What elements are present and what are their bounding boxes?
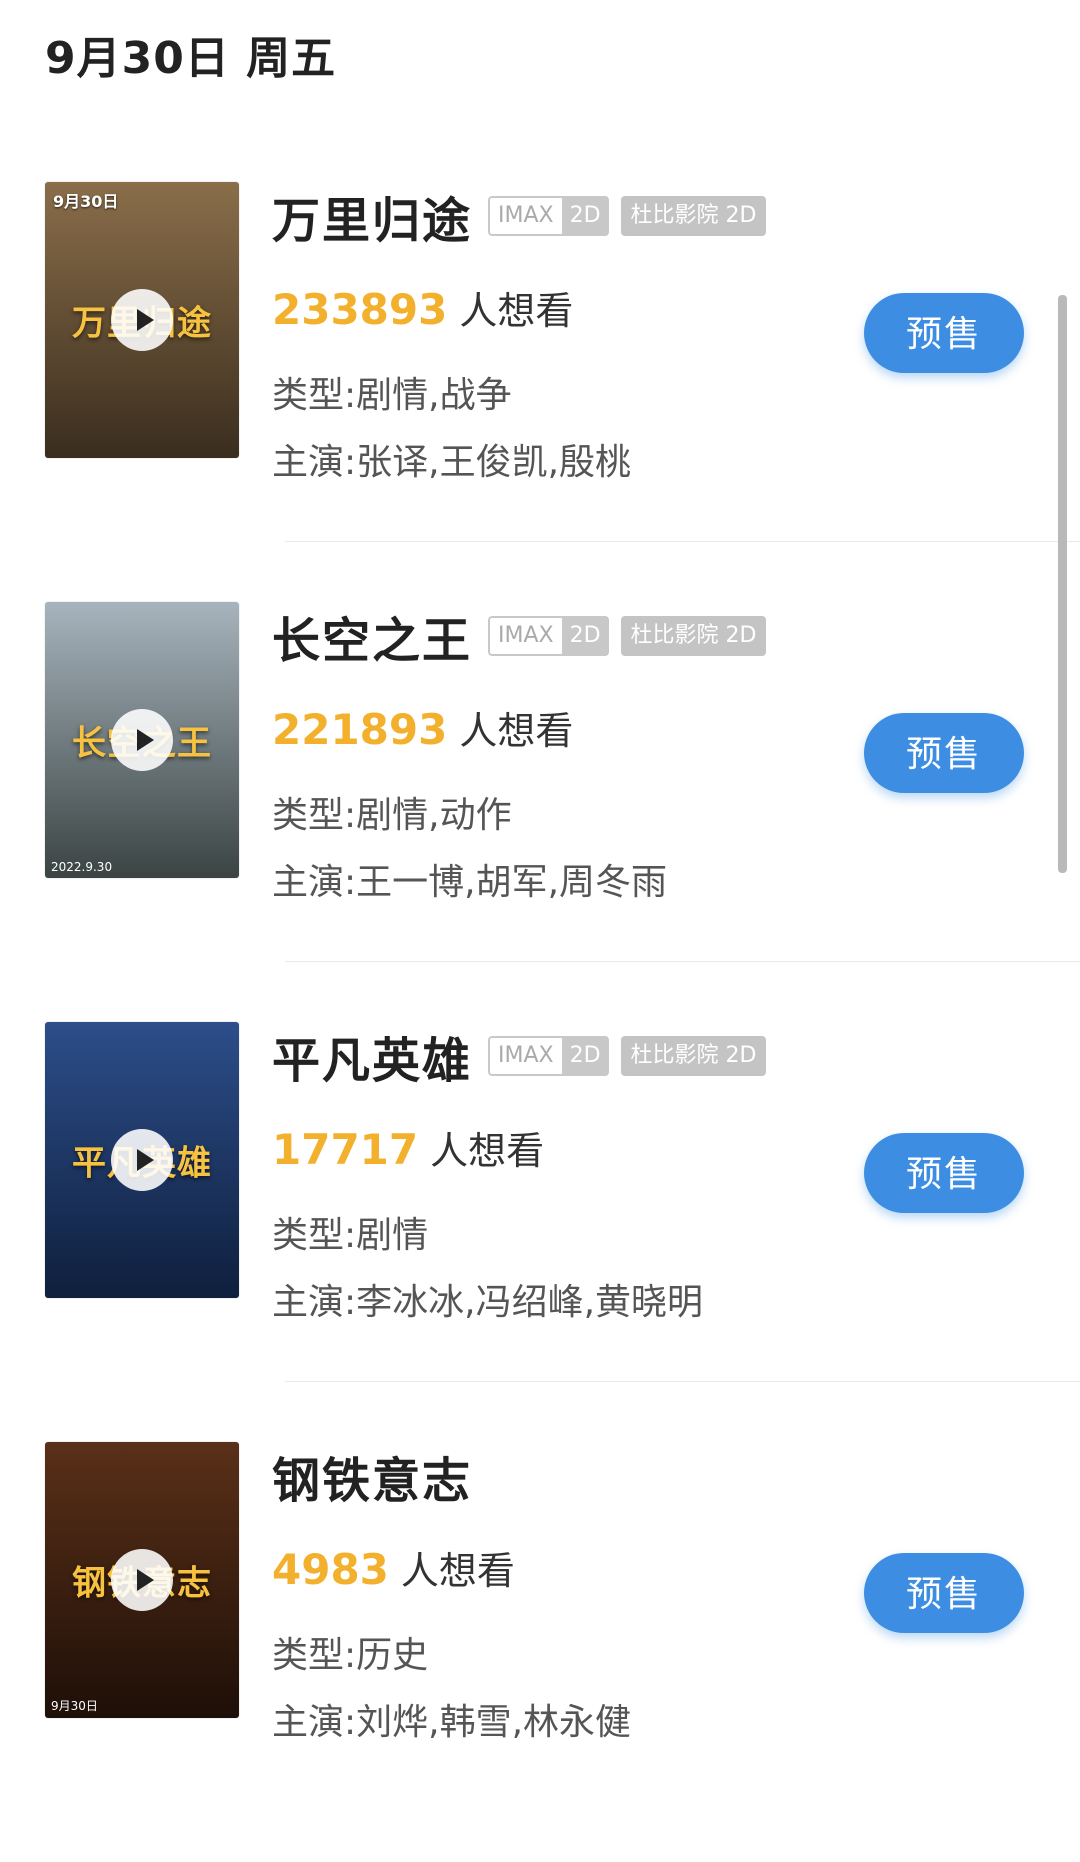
movie-title[interactable]: 长空之王	[272, 601, 472, 671]
movie-genre: 类型:剧情	[272, 1215, 429, 1256]
movie-genre: 类型:剧情,战争	[272, 375, 512, 416]
presale-button[interactable]: 预售	[864, 1553, 1024, 1633]
want-label: 人想看	[400, 1549, 515, 1593]
movie-list: 9月30日 万里归途 万里归途 IMAX 2D 杜比影院 2D 233893 人…	[0, 182, 1080, 1862]
movie-item[interactable]: 钢铁意志 9月30日 钢铁意志 4983 人想看 类型:历史 主演:刘烨,韩雪,…	[0, 1442, 1080, 1862]
want-row: 233893 人想看	[272, 280, 574, 334]
movie-item[interactable]: 平凡英雄 平凡英雄 IMAX 2D 杜比影院 2D 17717 人想看 类型:剧…	[0, 1022, 1080, 1442]
movie-title[interactable]: 平凡英雄	[272, 1021, 472, 1091]
poster-date: 9月30日	[51, 1699, 98, 1713]
presale-button[interactable]: 预售	[864, 713, 1024, 793]
divider	[285, 1381, 1080, 1382]
play-icon[interactable]	[111, 1129, 173, 1191]
imax-tag: IMAX 2D	[488, 196, 609, 236]
imax-tag-label: IMAX	[488, 196, 562, 236]
imax-tag: IMAX 2D	[488, 616, 609, 656]
dolby-tag: 杜比影院 2D	[620, 1036, 767, 1076]
date-header: 9月30日 周五	[45, 33, 337, 84]
want-row: 4983 人想看	[272, 1540, 515, 1594]
scrollbar[interactable]	[1058, 295, 1067, 873]
title-row: 钢铁意志	[272, 1441, 488, 1511]
play-icon[interactable]	[111, 1549, 173, 1611]
want-count: 221893	[272, 705, 448, 754]
want-label: 人想看	[459, 709, 574, 753]
poster-date: 2022.9.30	[51, 860, 113, 874]
play-icon[interactable]	[111, 709, 173, 771]
want-label: 人想看	[430, 1129, 545, 1173]
movie-title[interactable]: 万里归途	[272, 181, 472, 251]
movie-item[interactable]: 9月30日 万里归途 万里归途 IMAX 2D 杜比影院 2D 233893 人…	[0, 182, 1080, 602]
imax-tag-label: IMAX	[488, 1036, 562, 1076]
movie-poster[interactable]: 9月30日 万里归途	[45, 182, 239, 458]
want-label: 人想看	[459, 289, 574, 333]
imax-tag-format: 2D	[561, 196, 609, 236]
poster-date: 9月30日	[53, 192, 119, 211]
divider	[285, 541, 1080, 542]
imax-tag-format: 2D	[561, 616, 609, 656]
dolby-tag: 杜比影院 2D	[620, 616, 767, 656]
imax-tag-format: 2D	[561, 1036, 609, 1076]
presale-button[interactable]: 预售	[864, 1133, 1024, 1213]
divider	[285, 961, 1080, 962]
title-row: 万里归途 IMAX 2D 杜比影院 2D	[272, 181, 778, 251]
movie-genre: 类型:剧情,动作	[272, 795, 512, 836]
presale-button[interactable]: 预售	[864, 293, 1024, 373]
title-row: 平凡英雄 IMAX 2D 杜比影院 2D	[272, 1021, 778, 1091]
movie-cast: 主演:刘烨,韩雪,林永健	[272, 1702, 632, 1743]
movie-item[interactable]: 长空之王 2022.9.30 长空之王 IMAX 2D 杜比影院 2D 2218…	[0, 602, 1080, 1022]
movie-cast: 主演:王一博,胡军,周冬雨	[272, 862, 668, 903]
movie-genre: 类型:历史	[272, 1635, 429, 1676]
movie-poster[interactable]: 平凡英雄	[45, 1022, 239, 1298]
want-count: 4983	[272, 1545, 389, 1594]
movie-title[interactable]: 钢铁意志	[272, 1441, 472, 1511]
want-count: 17717	[272, 1125, 419, 1174]
dolby-tag: 杜比影院 2D	[620, 196, 767, 236]
imax-tag: IMAX 2D	[488, 1036, 609, 1076]
want-row: 221893 人想看	[272, 700, 574, 754]
movie-poster[interactable]: 长空之王 2022.9.30	[45, 602, 239, 878]
imax-tag-label: IMAX	[488, 616, 562, 656]
play-icon[interactable]	[111, 289, 173, 351]
movie-poster[interactable]: 钢铁意志 9月30日	[45, 1442, 239, 1718]
want-count: 233893	[272, 285, 448, 334]
want-row: 17717 人想看	[272, 1120, 545, 1174]
movie-cast: 主演:张译,王俊凯,殷桃	[272, 442, 632, 483]
movie-cast: 主演:李冰冰,冯绍峰,黄晓明	[272, 1282, 704, 1323]
title-row: 长空之王 IMAX 2D 杜比影院 2D	[272, 601, 778, 671]
